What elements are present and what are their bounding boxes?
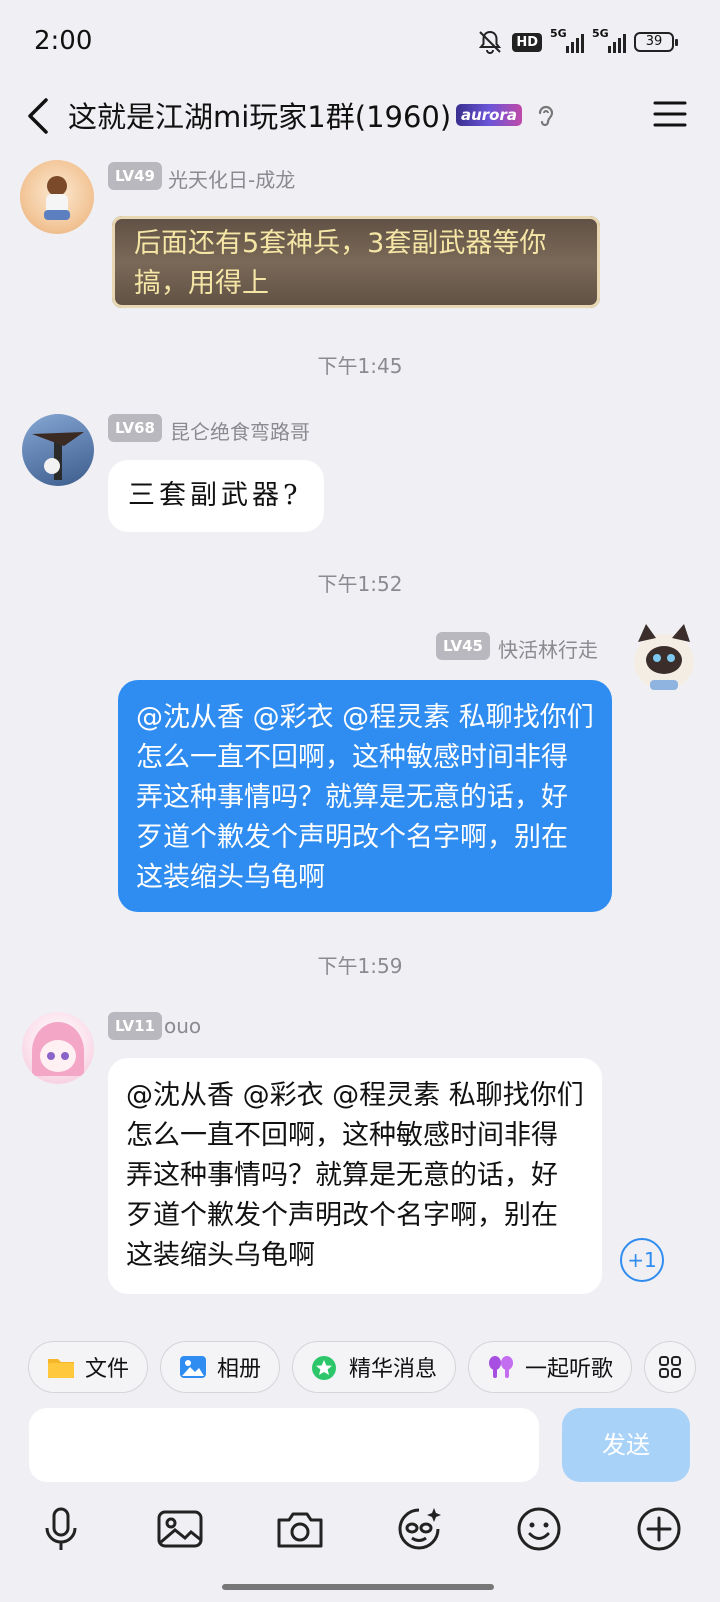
message-input[interactable] [29,1408,539,1482]
avatar[interactable] [22,1012,94,1084]
file-chip[interactable]: 文件 [28,1341,149,1393]
home-indicator [222,1584,494,1590]
photo-icon [179,1355,207,1379]
chevron-left-icon [28,98,48,134]
signal-icon-2: 5G [592,27,626,53]
emoji-icon[interactable] [514,1504,564,1554]
page-title: 这就是江湖mi玩家1群(1960) [68,100,452,134]
status-icons: HD 5G 5G 39 [476,27,678,56]
toolbar [0,1504,720,1574]
group-badge: aurora [456,104,522,126]
menu-button[interactable] [652,96,688,132]
earbuds-icon [487,1355,515,1379]
message-bubble[interactable]: @沈从香 @彩衣 @程灵素 私聊找你们怎么一直不回啊，这种敏感时间非得弄这种事情… [118,680,612,912]
sender-name[interactable]: 快活林行走 [498,634,598,663]
message-bubble[interactable]: 后面还有5套神兵，3套副武器等你搞，用得上 [112,216,600,308]
plus-circle-icon[interactable] [634,1504,684,1554]
album-chip[interactable]: 相册 [160,1341,281,1393]
timestamp: 下午1:45 [317,354,403,378]
level-badge: LV68 [108,414,162,442]
timestamp: 下午1:59 [317,954,403,978]
message-bubble[interactable]: @沈从香 @彩衣 @程灵素 私聊找你们怎么一直不回啊，这种敏感时间非得弄这种事情… [108,1058,602,1294]
chat-header: 这就是江湖mi玩家1群(1960) aurora [0,84,720,152]
hd-icon: HD [512,32,542,52]
grid-icon [659,1356,682,1378]
listen-together-chip[interactable]: 一起听歌 [468,1341,633,1393]
quick-action-bar: 文件 相册 精华消息 一起听歌 [28,1341,720,1395]
bell-muted-icon [476,28,504,56]
plus-one-button[interactable]: +1 [620,1238,664,1282]
microphone-icon[interactable] [36,1504,86,1554]
level-badge: LV45 [436,632,490,660]
sender-name[interactable]: 光天化日-成龙 [168,164,295,193]
status-bar: 2:00 HD 5G 5G 39 [0,0,720,84]
avatar[interactable] [622,618,706,702]
sticker-icon[interactable] [394,1504,444,1554]
folder-icon [47,1355,75,1379]
sender-name[interactable]: 昆仑绝食弯路哥 [170,416,310,445]
signal-icon: 5G [550,27,584,53]
avatar[interactable] [22,414,94,486]
image-icon[interactable] [155,1504,205,1554]
more-apps-button[interactable] [644,1341,697,1393]
chip-label: 相册 [217,1357,262,1382]
chip-label: 一起听歌 [525,1357,614,1382]
timestamp: 下午1:52 [317,572,403,596]
essence-chip[interactable]: 精华消息 [292,1341,457,1393]
camera-icon[interactable] [275,1504,325,1554]
back-button[interactable] [20,94,60,138]
battery-icon: 39 [634,32,678,52]
sender-name[interactable]: ouo [164,1014,201,1038]
ear-icon[interactable] [534,102,558,130]
chip-label: 文件 [85,1357,130,1382]
level-badge: LV11 [108,1012,162,1040]
star-icon [311,1355,339,1380]
avatar[interactable] [20,160,94,234]
message-bubble[interactable]: 三套副武器? [108,460,324,532]
input-panel: 文件 相册 精华消息 一起听歌 发送 [0,1330,720,1602]
send-button[interactable]: 发送 [562,1408,690,1482]
hamburger-icon [653,101,687,127]
chip-label: 精华消息 [349,1357,438,1382]
level-badge: LV49 [108,162,162,190]
status-time: 2:00 [34,26,93,56]
